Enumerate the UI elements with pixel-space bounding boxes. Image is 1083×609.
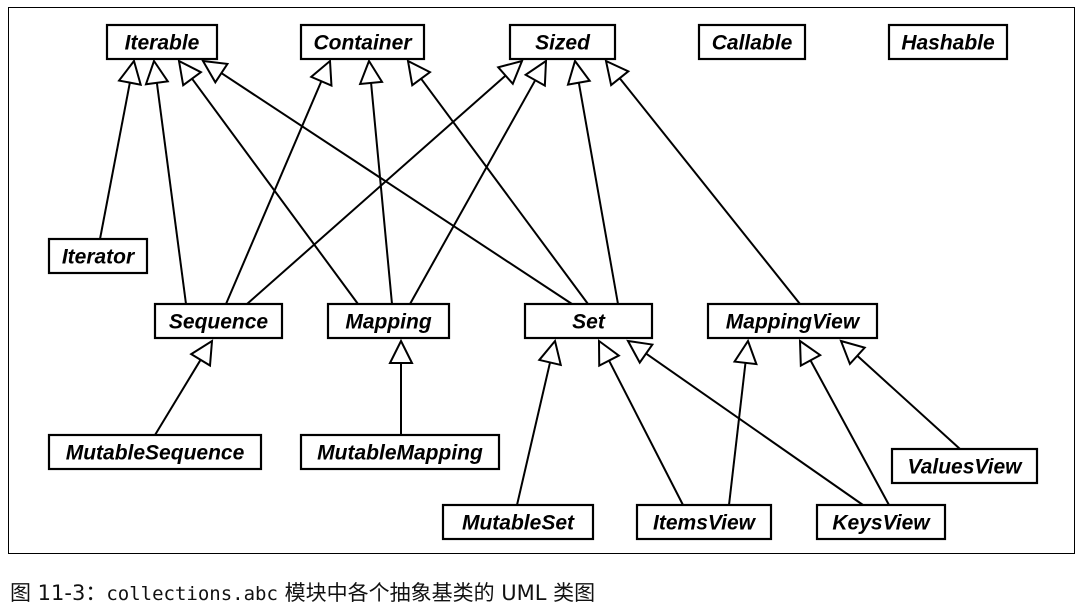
class-name: Mapping [345,311,431,334]
generalization-arrowhead [626,339,655,365]
edge-line [608,360,684,506]
caption-suffix: 模块中各个抽象基类的 UML 类图 [277,581,596,605]
class-name: Sized [535,32,591,55]
edge-line [99,82,131,240]
class-box-sized: Sized [508,23,617,61]
inheritance-edge-mutablemapping-to-mapping [388,338,414,435]
generalization-arrowhead [732,338,758,366]
inheritance-edge-itemsview-to-set [597,339,684,506]
generalization-arrowhead [309,58,333,88]
class-box-mappingview: MappingView [706,302,879,340]
class-name: Container [313,32,413,55]
class-box-mapping: Mapping [326,302,451,340]
inheritance-edge-itemsview-to-mappingview [728,338,758,506]
generalization-arrowhead [496,59,524,86]
caption-prefix: 图 11-3： [10,581,107,605]
class-box-container: Container [299,23,426,61]
class-box-keysview: KeysView [815,503,947,541]
class-box-mutablesequence: MutableSequence [47,433,263,471]
class-name: ItemsView [653,512,757,535]
inheritance-edge-sequence-to-container [225,58,333,305]
class-name: Hashable [901,32,995,55]
edge-line [856,355,961,450]
class-box-mutableset: MutableSet [441,503,595,541]
edge-line [154,359,202,436]
edge-line [370,82,393,305]
inheritance-edge-sequence-to-iterable [144,58,187,305]
figure-caption: 图 11-3：collections.abc 模块中各个抽象基类的 UML 类图 [10,578,595,608]
edge-line [645,352,864,506]
inheritance-edge-mutableset-to-set [516,338,563,506]
generalization-arrowhead [566,58,592,86]
generalization-arrowhead [523,59,548,88]
inheritance-edge-mapping-to-sized [409,59,548,305]
class-name: Set [572,311,606,334]
generalization-arrowhead [358,58,384,86]
class-name: KeysView [832,512,931,535]
class-box-mutablemapping: MutableMapping [299,433,501,471]
class-box-callable: Callable [697,23,807,61]
class-name: MutableMapping [317,442,483,465]
inheritance-edge-set-to-container [406,59,589,305]
class-box-set: Set [523,302,654,340]
edge-line [809,359,890,506]
class-name: MappingView [726,311,861,334]
class-boxes: Iterable Container Sized Callable Hashable It… [47,23,1039,541]
class-name: ValuesView [907,456,1023,479]
inheritance-edge-set-to-sized [566,58,619,305]
class-box-iterator: Iterator [47,237,149,275]
inheritance-edge-iterator-to-iterable [99,58,143,240]
inheritance-edge-set-to-iterable [201,59,573,305]
caption-code: collections.abc [106,583,278,605]
class-name: Iterator [62,246,136,269]
inheritance-edge-mappingview-to-sized [604,59,801,305]
edge-line [225,80,323,305]
generalization-arrowhead [117,58,143,86]
uml-class-diagram: Iterable Container Sized Callable Hashable It… [47,23,1039,541]
edge-line [246,74,507,305]
edge-line [409,79,537,305]
edge-line [155,82,187,305]
class-name: Iterable [125,32,200,55]
generalization-arrowhead [406,59,432,87]
class-name: Callable [712,32,793,55]
edge-line [618,77,801,305]
generalization-arrowhead [201,59,230,85]
inheritance-edge-valuesview-to-mappingview [839,339,961,450]
generalization-arrowhead [604,59,631,87]
class-box-iterable: Iterable [105,23,219,61]
generalization-arrowhead [177,59,203,88]
inheritance-edge-mapping-to-iterable [177,59,359,305]
class-box-hashable: Hashable [887,23,1009,61]
generalization-arrowhead [189,339,214,368]
class-box-itemsview: ItemsView [635,503,773,541]
generalization-arrowhead [537,338,563,367]
generalization-arrowhead [144,58,170,86]
generalization-arrowhead [798,339,823,368]
edge-line [577,82,619,305]
generalization-arrowhead [388,338,414,364]
class-name: MutableSet [462,512,575,535]
edge-line [728,362,747,506]
class-name: MutableSequence [66,442,245,465]
inheritance-edge-mutablesequence-to-sequence [154,339,214,436]
class-name: Sequence [169,311,269,334]
inheritance-edge-sequence-to-sized [246,59,524,305]
class-box-sequence: Sequence [153,302,284,340]
class-box-valuesview: ValuesView [890,447,1039,485]
edge-line [516,362,552,506]
inheritance-edge-keysview-to-mappingview [798,339,890,506]
edge-line [420,78,589,305]
